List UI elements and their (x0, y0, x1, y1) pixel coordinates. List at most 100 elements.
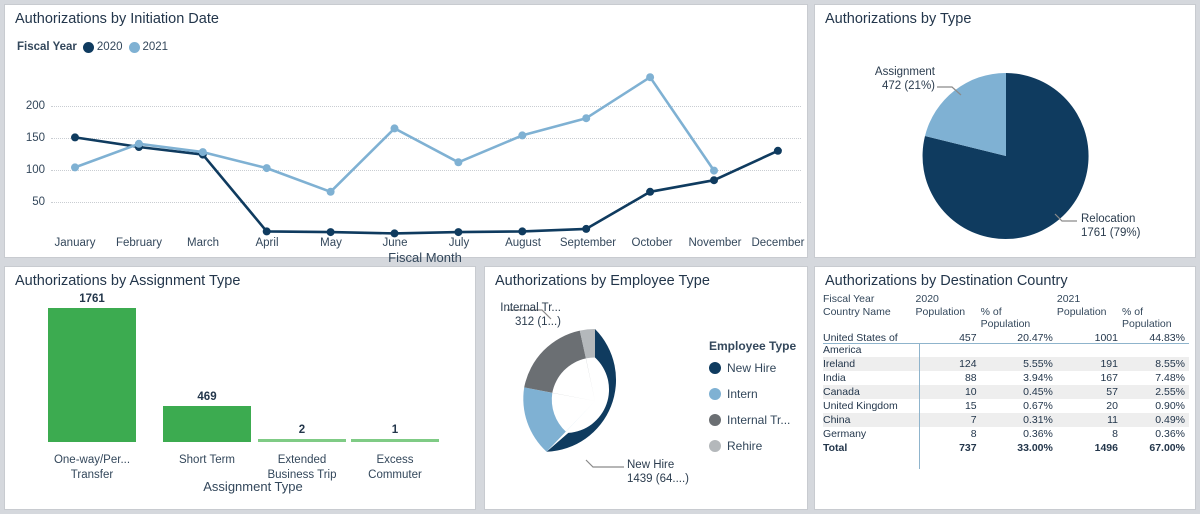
x-axis-title-assignment-type: Assignment Type (203, 479, 303, 494)
table-row[interactable]: India 88 3.94% 167 7.48% (823, 371, 1189, 385)
data-point-2021-September[interactable] (582, 114, 591, 123)
header-year-2021: 2021 (1056, 293, 1081, 305)
cell-pct-population-2020: 0.36% (1023, 428, 1053, 440)
header-population-2020: Population (915, 306, 966, 318)
pie-callout-relocation: Relocation 1761 (79%) (1081, 212, 1140, 241)
table-row[interactable]: China 7 0.31% 11 0.49% (823, 413, 1189, 427)
bar-value-469: 469 (197, 391, 217, 403)
cell-country-name: Canada (823, 385, 916, 399)
header-pct-population-2020: % of Population (980, 306, 1031, 330)
donut-legend-item-internal-transfer[interactable]: Internal Tr... (709, 413, 790, 427)
table-header-row-2: Country Name Population % of Population … (823, 306, 1189, 331)
data-point-2021-November[interactable] (710, 166, 718, 175)
bar-value-1761: 1761 (79, 293, 105, 305)
donut-legend-swatch-rehire (709, 440, 721, 452)
table-header-row-1: Fiscal Year 2020 2021 (823, 293, 1189, 306)
table-row[interactable]: Ireland 124 5.55% 191 8.55% (823, 357, 1189, 371)
line-series-2020 (74, 136, 779, 235)
bar-short-term[interactable] (163, 406, 251, 442)
cell-pct-population-2021: 44.83% (1149, 332, 1185, 344)
data-point-2021-October[interactable] (646, 73, 655, 82)
table-row[interactable]: Germany 8 0.36% 8 0.36% (823, 427, 1189, 441)
table-row[interactable]: Canada 10 0.45% 57 2.55% (823, 385, 1189, 399)
cell-pct-population-2020: 3.94% (1023, 372, 1053, 384)
table-row[interactable]: United States of America 457 20.47% 1001 44.… (823, 331, 1189, 357)
x-tick-may: May (320, 237, 342, 249)
table-body: United States of America 457 20.47% 1001 44.… (823, 331, 1189, 455)
data-point-2020-November[interactable] (710, 176, 718, 185)
x-axis-title-fiscal-month: Fiscal Month (388, 250, 462, 265)
bar-one-way-permanent-transfer[interactable] (48, 308, 136, 442)
data-point-2020-October[interactable] (646, 187, 655, 196)
pie-callout-relocation-value: 1761 (79%) (1081, 227, 1141, 240)
data-point-2021-May[interactable] (326, 187, 335, 196)
donut-legend-swatch-internal-transfer (709, 414, 721, 426)
panel-authorizations-by-type: Authorizations by Type Assignment 472 (2… (814, 4, 1196, 258)
donut-legend-label-internal-transfer: Internal Tr... (727, 413, 791, 427)
x-tick-december: December (751, 237, 805, 249)
header-pct-population-2021: % of Population (1121, 306, 1172, 330)
donut-legend-swatch-new-hire (709, 362, 721, 374)
data-point-2021-February[interactable] (134, 139, 143, 148)
cell-pct-population-2021: 67.00% (1149, 442, 1185, 454)
bar-value-2: 2 (298, 424, 306, 436)
panel-title-destination-country: Authorizations by Destination Country (825, 273, 1068, 289)
bar-extended-business-trip[interactable] (258, 439, 346, 442)
panel-authorizations-by-initiation-date: Authorizations by Initiation Date Fiscal… (4, 4, 809, 265)
cell-country-name: India (823, 372, 846, 384)
x-tick-april: April (255, 237, 279, 249)
donut-legend-item-new-hire[interactable]: New Hire (709, 361, 776, 375)
bar-cat-line-2: Transfer (70, 468, 114, 481)
data-point-2021-April[interactable] (262, 164, 271, 173)
cell-country-name: United States of America (823, 332, 898, 356)
donut-legend-item-intern[interactable]: Intern (709, 387, 758, 401)
cell-country-name: Total (823, 442, 848, 454)
x-tick-july: July (448, 237, 470, 249)
data-point-2020-July[interactable] (454, 228, 463, 237)
x-tick-january: January (54, 237, 96, 249)
data-point-2020-January[interactable] (71, 133, 79, 142)
x-tick-august: August (505, 237, 541, 249)
cell-country-name: China (823, 413, 916, 427)
cell-population-2021: 11 (1056, 413, 1122, 427)
donut-legend-item-rehire[interactable]: Rehire (709, 439, 762, 453)
table-row[interactable]: Total 737 33.00% 1496 67.00% (823, 441, 1189, 455)
data-point-2021-August[interactable] (518, 131, 527, 140)
data-point-2020-May[interactable] (326, 228, 335, 237)
cell-population-2021: 1496 (1094, 442, 1118, 454)
bar-cat-line-2: Commuter (368, 468, 422, 481)
header-year-2020: 2020 (915, 293, 939, 305)
cell-pct-population-2021: 7.48% (1155, 372, 1185, 384)
bar-excess-commuter[interactable] (351, 439, 439, 442)
header-spacer-2 (1122, 293, 1189, 306)
table-row[interactable]: United Kingdom 15 0.67% 20 0.90% (823, 399, 1189, 413)
data-point-2021-March[interactable] (198, 148, 207, 157)
data-point-2021-July[interactable] (454, 158, 463, 167)
header-country-name: Country Name (823, 306, 891, 318)
donut-legend-label-rehire: Rehire (727, 439, 763, 453)
bar-cat-line-1: Excess (376, 454, 414, 466)
data-point-2020-December[interactable] (773, 146, 782, 155)
cell-population-2021: 57 (1056, 385, 1122, 399)
cell-population-2021: 8 (1112, 428, 1118, 440)
data-point-2021-January[interactable] (71, 163, 79, 172)
cell-country-name: Germany (823, 428, 867, 440)
donut-ring (523, 328, 617, 452)
x-tick-september: September (559, 237, 617, 249)
donut-legend-label-new-hire: New Hire (727, 361, 777, 375)
data-point-2020-August[interactable] (518, 227, 527, 236)
cell-pct-population-2021: 0.90% (1155, 400, 1185, 412)
donut-callout-internal-transfer-name: Internal Tr... (500, 302, 561, 314)
cell-pct-population-2020: 0.67% (1023, 400, 1053, 412)
cell-population-2020: 15 (964, 400, 977, 412)
data-point-2021-June[interactable] (390, 124, 399, 133)
data-point-2020-April[interactable] (262, 227, 271, 236)
cell-population-2020: 7 (915, 413, 981, 427)
cell-pct-population-2020: 20.47% (1017, 332, 1053, 344)
line-chart-plot[interactable] (5, 5, 809, 259)
header-population-2021: Population (1056, 306, 1107, 318)
cell-population-2020: 88 (964, 372, 977, 384)
cell-pct-population-2021: 0.36% (1155, 428, 1185, 440)
cell-pct-population-2021: 0.49% (1121, 413, 1189, 427)
data-point-2020-September[interactable] (582, 224, 591, 233)
